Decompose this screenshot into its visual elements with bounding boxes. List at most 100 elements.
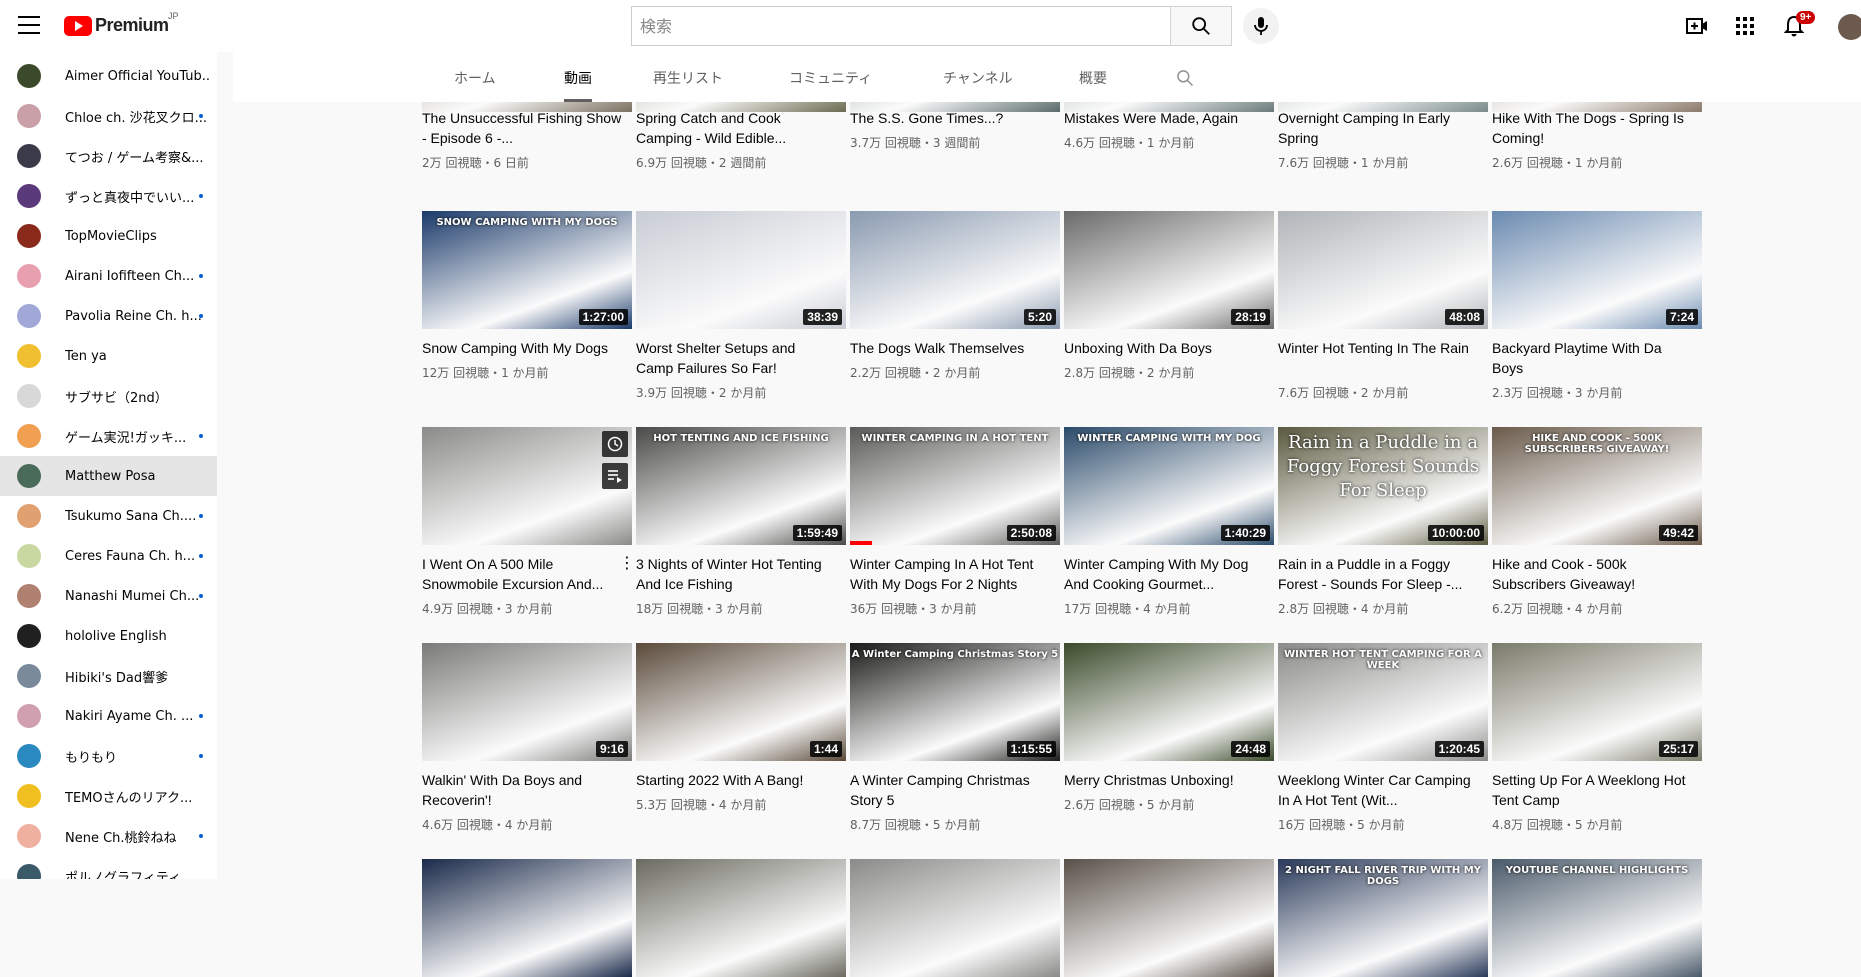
video-title[interactable]: Overnight Camping In Early Spring [1278,108,1478,148]
sidebar-channel-item[interactable]: ゲーム実況!ガッキ... [0,416,217,456]
video-thumbnail[interactable]: 1:44 [636,643,846,761]
video-title[interactable]: Weeklong Winter Car Camping In A Hot Ten… [1278,770,1478,810]
video-title[interactable]: Starting 2022 With A Bang! [636,770,836,790]
video-metadata: 3.7万 回視聴・3 週間前 [850,136,981,150]
watch-later-icon[interactable] [602,431,628,457]
channel-tab[interactable]: ホーム [454,68,496,102]
video-thumbnail[interactable]: 5:20 [850,211,1060,329]
sidebar-channel-label: ポルノグラフィティ [65,870,181,880]
video-title[interactable]: I Went On A 500 Mile Snowmobile Excursio… [422,554,622,594]
video-thumbnail[interactable] [422,427,632,545]
video-thumbnail[interactable]: WINTER CAMPING IN A HOT TENT 2:50:08 [850,427,1060,545]
logo-region: JP [168,11,179,21]
video-title[interactable]: Mistakes Were Made, Again [1064,108,1264,128]
video-title[interactable]: Walkin' With Da Boys and Recoverin'! [422,770,622,810]
video-title[interactable]: Snow Camping With My Dogs [422,338,622,358]
video-thumbnail[interactable]: 28:19 [1064,211,1274,329]
video-title[interactable]: Rain in a Puddle in a Foggy Forest - Sou… [1278,554,1478,594]
video-duration: 7:24 [1665,309,1698,325]
video-thumbnail[interactable] [850,859,1060,977]
sidebar-channel-item[interactable]: Nakiri Ayame Ch. ... [0,696,217,736]
video-thumbnail[interactable]: 24:48 [1064,643,1274,761]
apps-grid-icon[interactable] [1733,14,1757,38]
create-video-icon[interactable] [1685,14,1709,38]
video-thumbnail[interactable] [422,859,632,977]
video-duration: 5:20 [1023,309,1056,325]
video-thumbnail[interactable] [1064,859,1274,977]
account-avatar[interactable] [1838,14,1861,40]
video-title[interactable]: Worst Shelter Setups and Camp Failures S… [636,338,836,378]
youtube-logo[interactable]: Premium [64,15,169,36]
video-title[interactable]: Spring Catch and Cook Camping - Wild Edi… [636,108,836,148]
channel-avatar [17,584,41,608]
video-thumbnail[interactable]: SNOW CAMPING WITH MY DOGS 1:27:00 [422,211,632,329]
sidebar-channel-item[interactable]: Nanashi Mumei Ch... [0,576,217,616]
video-thumbnail[interactable]: HOT TENTING AND ICE FISHING 1:59:49 [636,427,846,545]
video-title[interactable]: Hike and Cook - 500k Subscribers Giveawa… [1492,554,1692,594]
sidebar-channel-item[interactable]: Ten ya [0,336,217,376]
search-icon [1192,17,1210,35]
video-title[interactable]: Unboxing With Da Boys [1064,338,1264,358]
sidebar-channel-item[interactable]: Ceres Fauna Ch. h... [0,536,217,576]
video-thumbnail[interactable]: 48:08 [1278,211,1488,329]
sidebar-channel-item[interactable]: Hibiki's Dad響爹 [0,656,217,696]
video-thumbnail[interactable]: 25:17 [1492,643,1702,761]
sidebar-channel-item[interactable]: てつお / ゲーム考察&... [0,136,217,176]
video-title[interactable]: Merry Christmas Unboxing! [1064,770,1264,790]
channel-tab[interactable]: コミュニティ [789,68,872,102]
sidebar-channel-item[interactable]: もりもり [0,736,217,776]
sidebar-channel-item[interactable]: Chloe ch. 沙花叉クロ... [0,96,217,136]
video-title[interactable]: Winter Camping With My Dog And Cooking G… [1064,554,1264,594]
search-button[interactable] [1170,6,1232,46]
video-thumbnail[interactable]: YOUTUBE CHANNEL HIGHLIGHTS [1492,859,1702,977]
video-thumbnail[interactable]: Rain in a Puddle in a Foggy Forest Sound… [1278,427,1488,545]
video-title[interactable]: A Winter Camping Christmas Story 5 [850,770,1050,810]
video-title[interactable]: Winter Hot Tenting In The Rain [1278,338,1478,358]
channel-search-icon[interactable] [1175,68,1195,93]
microphone-icon [1254,17,1268,35]
sidebar-channel-item[interactable]: ポルノグラフィティ [0,856,217,879]
video-title[interactable]: 3 Nights of Winter Hot Tenting And Ice F… [636,554,836,594]
sidebar-channel-item[interactable]: Aimer Official YouTub... [0,56,217,96]
video-title[interactable]: Winter Camping In A Hot Tent With My Dog… [850,554,1050,594]
video-thumbnail[interactable]: A Winter Camping Christmas Story 5 1:15:5… [850,643,1060,761]
video-title[interactable]: The S.S. Gone Times...? [850,108,1050,128]
video-thumbnail[interactable]: 7:24 [1492,211,1702,329]
video-metadata: 6.2万 回視聴・4 か月前 [1492,602,1623,616]
sidebar-channel-item[interactable]: TopMovieClips [0,216,217,256]
sidebar-channel-item[interactable]: ずっと真夜中でいい... [0,176,217,216]
sidebar-channel-item[interactable]: Pavolia Reine Ch. h... [0,296,217,336]
video-title[interactable]: Hike With The Dogs - Spring Is Coming! [1492,108,1692,148]
sidebar-channel-item[interactable]: Tsukumo Sana Ch.... [0,496,217,536]
voice-search-button[interactable] [1243,8,1279,44]
video-thumbnail[interactable]: WINTER CAMPING WITH MY DOG 1:40:29 [1064,427,1274,545]
channel-tab[interactable]: 動画 [564,68,592,102]
sidebar-channel-item[interactable]: サブサビ（2nd） [0,376,217,416]
channel-tab[interactable]: 再生リスト [653,68,723,102]
video-title[interactable]: The Dogs Walk Themselves [850,338,1050,358]
video-thumbnail[interactable]: 2 NIGHT FALL RIVER TRIP WITH MY DOGS [1278,859,1488,977]
video-metadata: 4.6万 回視聴・4 か月前 [422,818,553,832]
video-thumbnail[interactable]: WINTER HOT TENT CAMPING FOR A WEEK 1:20:4… [1278,643,1488,761]
video-thumbnail[interactable] [636,859,846,977]
video-thumbnail[interactable]: 9:16 [422,643,632,761]
channel-avatar [17,624,41,648]
video-duration: 28:19 [1231,309,1270,325]
add-to-queue-icon[interactable] [602,463,628,489]
sidebar-channel-item[interactable]: Matthew Posa [0,456,217,496]
channel-tab[interactable]: チャンネル [943,68,1013,102]
channel-avatar [17,184,41,208]
more-actions-icon[interactable]: ⋮ [619,556,635,572]
video-thumbnail[interactable]: 38:39 [636,211,846,329]
channel-tab[interactable]: 概要 [1079,68,1107,102]
sidebar-channel-item[interactable]: Airani Iofifteen Ch... [0,256,217,296]
sidebar-channel-item[interactable]: Nene Ch.桃鈴ねね [0,816,217,856]
video-title[interactable]: Backyard Playtime With Da Boys [1492,338,1692,378]
video-thumbnail[interactable]: HIKE AND COOK - 500K SUBSCRIBERS GIVEAWA… [1492,427,1702,545]
video-title[interactable]: The Unsuccessful Fishing Show - Episode … [422,108,622,148]
sidebar-channel-item[interactable]: TEMOさんのリアク... [0,776,217,816]
sidebar-channel-item[interactable]: hololive English [0,616,217,656]
menu-icon[interactable] [18,16,40,34]
video-title[interactable]: Setting Up For A Weeklong Hot Tent Camp [1492,770,1692,810]
search-input[interactable] [631,6,1170,46]
